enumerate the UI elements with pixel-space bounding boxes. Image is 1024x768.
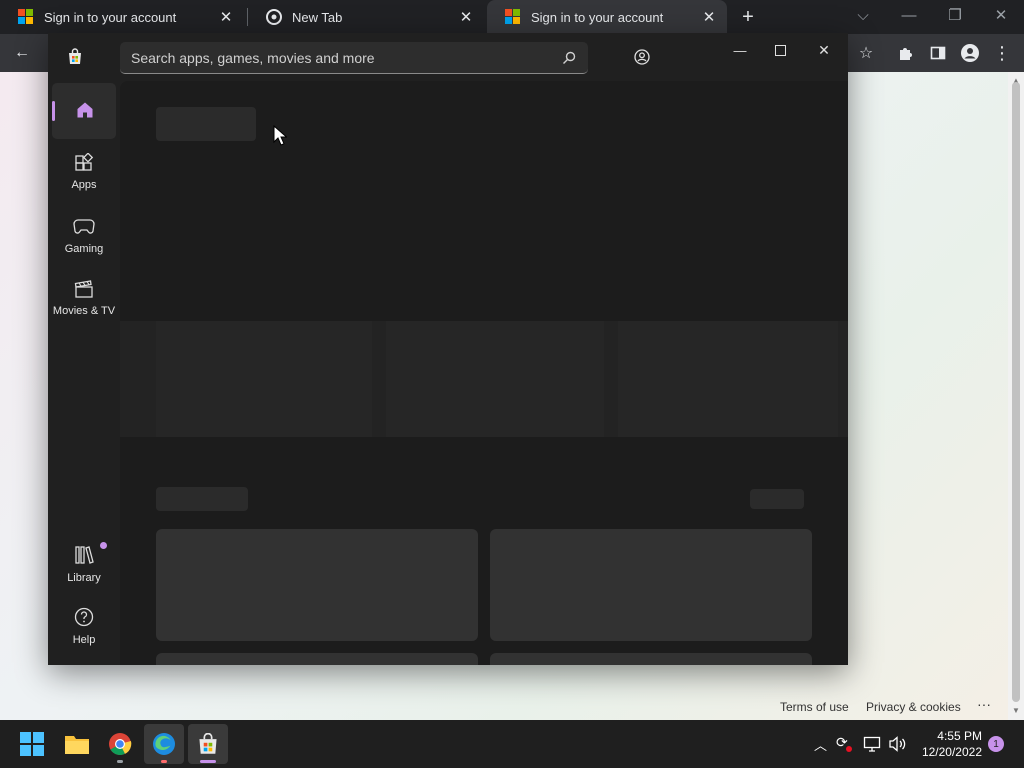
terms-of-use-link[interactable]: Terms of use — [780, 700, 849, 714]
store-nav: Apps Gaming Movies & TV Library Help — [48, 81, 120, 665]
bookmark-star-icon[interactable]: ☆ — [852, 39, 880, 67]
scroll-down-icon[interactable]: ▼ — [1012, 706, 1020, 715]
running-indicator — [117, 760, 123, 763]
nav-apps[interactable]: Apps — [48, 153, 120, 191]
skeleton-hero-card — [386, 321, 604, 437]
scrollbar-thumb[interactable] — [1012, 82, 1020, 702]
store-close-icon[interactable]: ✕ — [804, 35, 844, 65]
close-tab-icon[interactable]: ✕ — [701, 8, 717, 26]
tab-title: Sign in to your account — [531, 9, 664, 25]
file-explorer-button[interactable] — [57, 724, 97, 764]
mouse-cursor-icon — [273, 125, 287, 146]
nav-library[interactable]: Library — [48, 545, 120, 584]
nav-label: Gaming — [64, 243, 104, 255]
edge-taskbar-button[interactable] — [144, 724, 184, 764]
search-icon[interactable] — [562, 51, 576, 65]
network-icon[interactable] — [863, 736, 881, 752]
tab-sign-in-1[interactable]: Sign in to your account ✕ — [0, 0, 244, 34]
skeleton-see-all — [750, 489, 804, 509]
nav-movies-tv[interactable]: Movies & TV — [48, 279, 120, 317]
microsoft-store-window: Search apps, games, movies and more — ✕ … — [48, 33, 848, 665]
start-button[interactable] — [12, 724, 52, 764]
folder-icon — [65, 736, 89, 754]
chrome-icon — [109, 733, 132, 755]
store-content-loading — [120, 81, 848, 665]
more-options-link[interactable]: ··· — [977, 696, 991, 712]
nav-gaming[interactable]: Gaming — [48, 217, 120, 255]
clock-date[interactable]: 12/20/2022 — [914, 745, 982, 759]
gamepad-icon — [73, 219, 95, 234]
library-update-badge — [100, 542, 107, 549]
nav-help[interactable]: Help — [48, 607, 120, 646]
privacy-cookies-link[interactable]: Privacy & cookies — [866, 700, 961, 714]
search-placeholder: Search apps, games, movies and more — [131, 49, 375, 66]
microsoft-logo-icon — [18, 9, 34, 25]
notification-badge[interactable]: 1 — [988, 736, 1004, 752]
browser-menu-icon[interactable]: ⋮ — [988, 39, 1016, 67]
store-logo-icon — [69, 48, 81, 64]
running-indicator — [161, 760, 167, 763]
skeleton-title — [156, 107, 256, 141]
nav-home[interactable] — [52, 83, 116, 139]
store-search-box[interactable]: Search apps, games, movies and more — [120, 42, 588, 74]
nav-selected-indicator — [52, 101, 55, 121]
nav-label: Apps — [71, 179, 97, 191]
store-maximize-icon[interactable] — [760, 35, 800, 65]
active-indicator — [200, 760, 216, 763]
nav-label: Movies & TV — [52, 305, 116, 317]
account-icon[interactable] — [634, 49, 650, 65]
page-scrollbar[interactable]: ▲ ▼ — [1008, 72, 1024, 720]
extensions-puzzle-icon[interactable] — [892, 39, 920, 67]
close-tab-icon[interactable]: ✕ — [458, 8, 474, 26]
tab-new-tab[interactable]: New Tab ✕ — [248, 0, 484, 34]
tab-search-chevron-icon[interactable]: ⌵ — [840, 0, 886, 30]
browser-tabstrip: Sign in to your account ✕ New Tab ✕ Sign… — [0, 0, 1024, 34]
tab-title: Sign in to your account — [44, 9, 177, 25]
home-icon — [77, 102, 93, 118]
side-panel-icon[interactable] — [924, 39, 952, 67]
nav-label: Library — [67, 572, 101, 584]
tab-sign-in-2[interactable]: Sign in to your account ✕ — [487, 0, 727, 34]
apps-icon — [75, 153, 94, 171]
store-titlebar: Search apps, games, movies and more — ✕ — [48, 33, 848, 81]
windows-logo-icon — [20, 732, 44, 756]
sync-error-badge — [846, 746, 852, 752]
tab-title: New Tab — [292, 9, 343, 25]
show-hidden-icons-icon[interactable]: ︿ — [814, 735, 827, 754]
store-taskbar-button[interactable] — [188, 724, 228, 764]
store-minimize-icon[interactable]: — — [720, 35, 760, 65]
library-icon — [75, 546, 94, 564]
edge-icon — [153, 733, 175, 755]
help-icon — [74, 607, 94, 627]
skeleton-hero-card — [156, 321, 372, 437]
minimize-browser-icon[interactable]: — — [886, 0, 932, 30]
close-browser-icon[interactable]: ✕ — [978, 0, 1024, 30]
skeleton-app-card — [490, 529, 812, 641]
chrome-taskbar-button[interactable] — [100, 724, 140, 764]
skeleton-hero-card — [618, 321, 838, 437]
nav-label: Help — [72, 634, 96, 646]
skeleton-section-heading — [156, 487, 248, 511]
volume-icon[interactable] — [888, 736, 908, 752]
skeleton-app-card — [156, 653, 478, 665]
new-tab-button[interactable]: + — [736, 5, 760, 29]
profile-avatar-icon[interactable] — [956, 39, 984, 67]
clapperboard-icon — [74, 280, 93, 298]
restore-browser-icon[interactable]: ❐ — [932, 0, 978, 30]
store-taskbar-icon — [199, 733, 217, 754]
clock-time[interactable]: 4:55 PM — [920, 729, 982, 743]
skeleton-app-card — [156, 529, 478, 641]
windows-taskbar: ︿ ⟳ 4:55 PM 12/20/2022 1 — [0, 720, 1024, 768]
close-tab-icon[interactable]: ✕ — [218, 8, 234, 26]
skeleton-app-card — [490, 653, 812, 665]
back-arrow-icon[interactable]: ← — [8, 39, 36, 67]
microsoft-logo-icon — [505, 9, 521, 25]
chrome-logo-icon — [266, 9, 282, 25]
